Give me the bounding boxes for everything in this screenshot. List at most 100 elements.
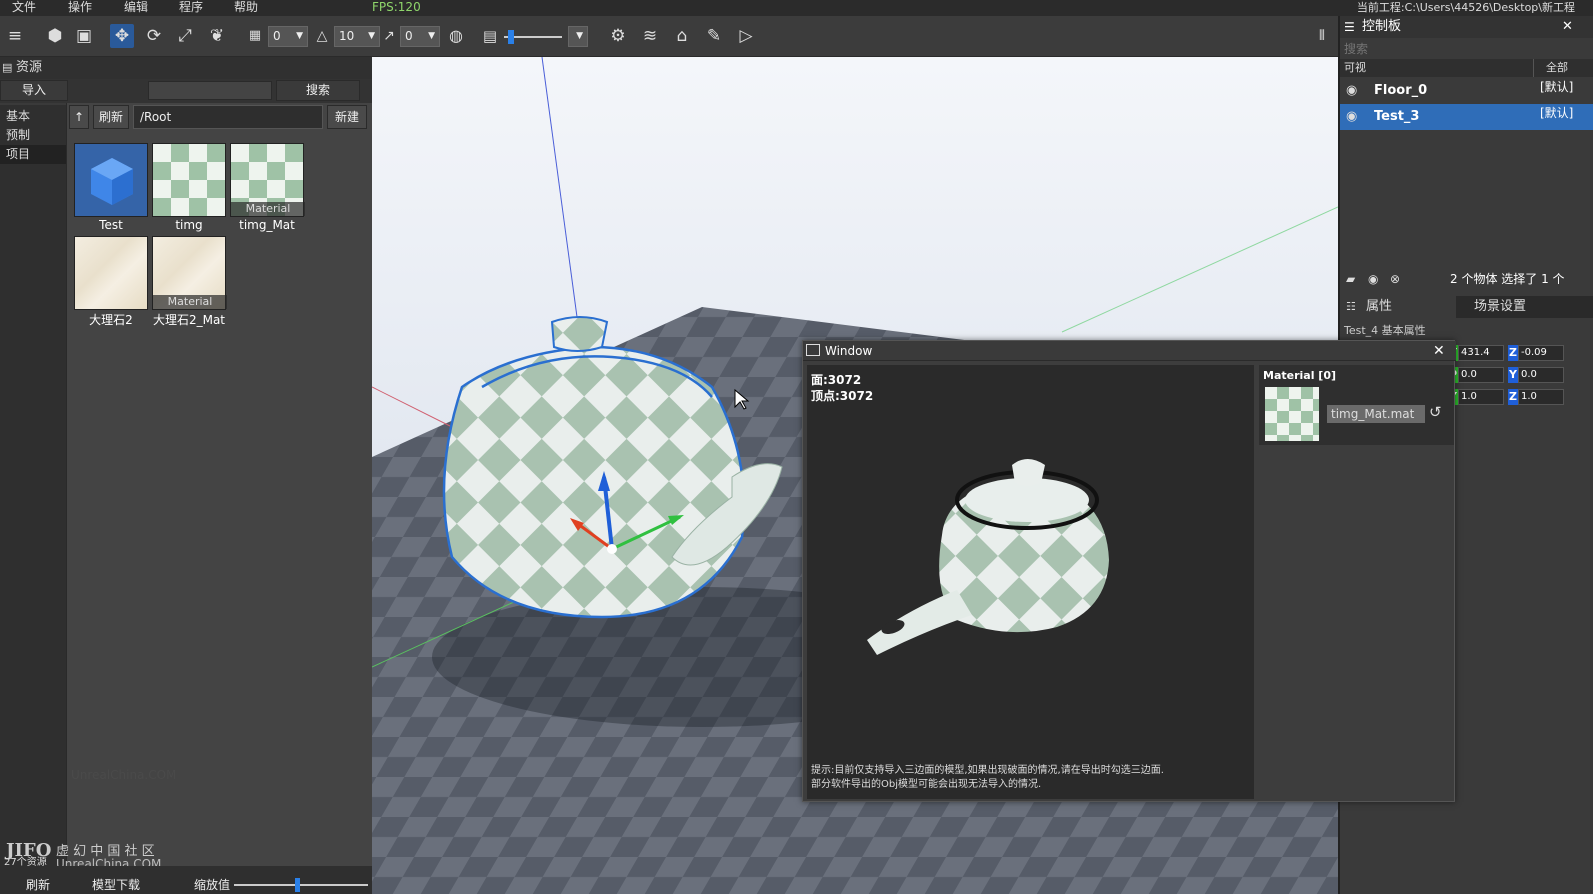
- project-path: 当前工程:C:\Users\44526\Desktop\新工程: [1356, 1, 1575, 14]
- cube-icon: [91, 158, 133, 205]
- hamburger-icon[interactable]: ≡: [3, 24, 27, 48]
- panel-icon: ▤: [2, 61, 13, 74]
- rotation-y-field[interactable]: 0.0: [1518, 367, 1564, 383]
- object-list-footer: ▰ ◉ ⊗ 2 个物体 选择了 1 个: [1340, 268, 1593, 290]
- add-folder-icon[interactable]: ▰: [1346, 268, 1355, 290]
- material-badge: Material: [231, 202, 305, 216]
- asset-search-input[interactable]: [148, 81, 272, 100]
- zoom-slider-handle[interactable]: [294, 878, 300, 892]
- tag-icon[interactable]: ⌂: [670, 24, 694, 48]
- camera-speed-icon[interactable]: ▤: [478, 24, 502, 48]
- grid-snap-icon[interactable]: ▦: [243, 24, 267, 48]
- menu-operate[interactable]: 操作: [68, 0, 92, 15]
- new-button[interactable]: 新建: [327, 105, 367, 129]
- category-prefab[interactable]: 预制: [6, 126, 30, 143]
- zoom-slider[interactable]: [234, 878, 368, 892]
- play-icon[interactable]: ▷: [734, 24, 758, 48]
- plant-tool-icon[interactable]: ❦: [205, 24, 229, 48]
- model-preview[interactable]: 面:3072 顶点:3072 提示:目前仅支持导入三边面的模型,如果出现破面的情…: [807, 365, 1254, 799]
- slider-handle[interactable]: [508, 30, 514, 44]
- import-button[interactable]: 导入: [0, 80, 68, 101]
- object-count-status: 2 个物体 选择了 1 个: [1450, 272, 1565, 286]
- tab-scene-settings[interactable]: 场景设置: [1458, 296, 1593, 318]
- assets-bottom-bar: 刷新 模型下载 缩放值: [0, 866, 372, 894]
- camera-dropdown[interactable]: ▼: [568, 26, 588, 47]
- angle-snap-dropdown[interactable]: 10 ▼: [334, 26, 380, 47]
- chevron-down-icon: ▼: [368, 31, 375, 41]
- close-icon[interactable]: ✕: [1433, 341, 1445, 361]
- material-thumbnail[interactable]: [1265, 387, 1319, 441]
- search-button[interactable]: 搜索: [276, 80, 360, 101]
- move-tool-icon[interactable]: ✥: [110, 24, 134, 48]
- model-download-button[interactable]: 模型下载: [92, 876, 140, 893]
- category-project[interactable]: 项目: [0, 145, 66, 164]
- asset-label: Test: [99, 218, 123, 232]
- eraser-icon[interactable]: ✎: [702, 24, 726, 48]
- menu-help[interactable]: 帮助: [234, 0, 258, 15]
- angle-snap-icon[interactable]: △: [310, 24, 334, 48]
- asset-thumb-marble[interactable]: [74, 236, 148, 310]
- up-folder-button[interactable]: ↑: [69, 105, 89, 129]
- cube-view-icon[interactable]: ⬢: [43, 24, 67, 48]
- panel-icon[interactable]: ▣: [72, 24, 96, 48]
- layers-icon[interactable]: ≋: [638, 24, 662, 48]
- zoom-label: 缩放值: [194, 878, 231, 892]
- object-search-input[interactable]: [1340, 40, 1593, 58]
- object-row-test[interactable]: ◉ Test_3 [默认]: [1340, 104, 1593, 130]
- asset-thumb-timg-mat[interactable]: Material: [230, 143, 305, 217]
- remove-icon[interactable]: ⊗: [1390, 268, 1400, 290]
- rotation-p-field[interactable]: 0.0: [1458, 367, 1504, 383]
- asset-thumb-test[interactable]: [74, 143, 148, 217]
- assets-toolbar: 导入 搜索: [0, 79, 372, 103]
- settings-icon[interactable]: ⚙: [606, 24, 630, 48]
- material-badge: Material: [153, 295, 227, 309]
- material-slot-title: Material [0]: [1263, 369, 1337, 382]
- refresh-button[interactable]: 刷新: [93, 105, 129, 129]
- section-header: Test_4 基本属性: [1344, 324, 1426, 337]
- reset-icon[interactable]: ↺: [1429, 403, 1442, 421]
- camera-speed-slider[interactable]: [504, 30, 562, 44]
- list-icon: ☰: [1344, 20, 1355, 34]
- path-input[interactable]: /Root: [133, 105, 323, 129]
- teapot-preview-image: [867, 459, 1109, 655]
- asset-label: timg_Mat: [239, 218, 295, 232]
- asset-label: 大理石2_Mat: [152, 313, 226, 327]
- rotate-tool-icon[interactable]: ⟳: [142, 24, 166, 48]
- category-basic[interactable]: 基本: [6, 107, 30, 124]
- model-preview-window: Window ✕ 面:3072 顶点:3072 提示:目前仅支持导入三边面的模型…: [802, 340, 1456, 802]
- fps-readout: FPS:120: [372, 0, 421, 14]
- import-hint-line2: 部分软件导出的Obj模型可能会出现无法导入的情况.: [811, 779, 1042, 790]
- bottom-refresh-button[interactable]: 刷新: [26, 876, 50, 893]
- menu-edit[interactable]: 编辑: [124, 0, 148, 15]
- scale-y-field[interactable]: 1.0: [1458, 389, 1504, 405]
- sliders-icon: ☷: [1346, 300, 1356, 313]
- panel-toggle-icon[interactable]: ⦀: [1310, 24, 1334, 48]
- category-list: 基本 预制 项目: [0, 105, 66, 894]
- material-slot-panel: Material [0] timg_Mat.mat ↺: [1259, 365, 1454, 445]
- window-icon: [806, 344, 820, 356]
- watermark-text: UnrealChina.COM: [71, 768, 177, 782]
- globe-icon[interactable]: ◍: [444, 24, 468, 48]
- scale-snap-icon[interactable]: ↗: [377, 24, 401, 48]
- location-y-field[interactable]: 431.4: [1458, 345, 1504, 361]
- control-title: ☰ 控制板 ✕: [1340, 16, 1593, 38]
- scale-tool-icon[interactable]: ⤢: [173, 24, 197, 48]
- menu-file[interactable]: 文件: [12, 0, 36, 15]
- eye-icon[interactable]: ◉: [1346, 104, 1357, 130]
- close-icon[interactable]: ✕: [1562, 16, 1573, 38]
- eye-icon[interactable]: ◉: [1346, 78, 1357, 104]
- grid-snap-dropdown[interactable]: 0 ▼: [268, 26, 308, 47]
- material-name-field[interactable]: timg_Mat.mat: [1327, 405, 1425, 423]
- scale-snap-dropdown[interactable]: 0 ▼: [400, 26, 440, 47]
- menu-bar: 文件 操作 编辑 程序 帮助 FPS:120 当前工程:C:\Users\445…: [0, 0, 1593, 16]
- asset-label: timg: [175, 218, 203, 232]
- asset-thumb-marble-mat[interactable]: Material: [152, 236, 227, 310]
- asset-thumb-timg[interactable]: [152, 143, 226, 217]
- eye-icon[interactable]: ◉: [1368, 268, 1378, 290]
- window-title-bar[interactable]: Window ✕: [803, 341, 1456, 361]
- transform-fields: Y 431.4 Z -0.09 P 0.0 Y 0.0 Y 1.0 Z 1.0: [1448, 345, 1593, 411]
- scale-z-field[interactable]: 1.0: [1518, 389, 1564, 405]
- tab-properties[interactable]: ☷ 属性: [1340, 296, 1456, 318]
- menu-program[interactable]: 程序: [179, 0, 203, 15]
- location-z-field[interactable]: -0.09: [1518, 345, 1564, 361]
